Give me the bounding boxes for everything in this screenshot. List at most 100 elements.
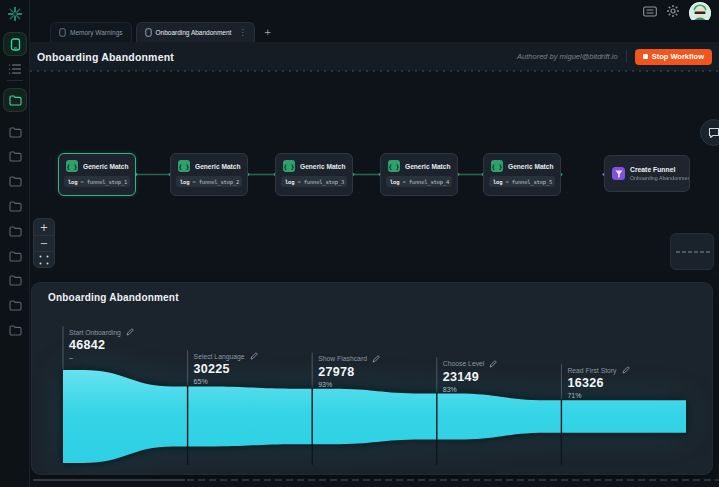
stop-icon: [643, 54, 648, 59]
node-rule: log = funnel_step_2: [176, 176, 242, 187]
sidebar-folder-item[interactable]: [4, 89, 26, 111]
funnel-step-label: Show Flashcard: [318, 355, 367, 362]
zoom-controls: + −: [33, 218, 55, 268]
bottom-panel-edge[interactable]: [30, 479, 719, 487]
funnel-step: Show Flashcard2797893%: [318, 355, 380, 388]
folder-icon: [9, 176, 22, 187]
funnel-step-conversion: 83%: [443, 386, 498, 393]
node-generic-match[interactable]: { } Generic Match log = funnel_step_1: [58, 153, 136, 196]
funnel-step-conversion: –: [69, 354, 134, 361]
folder-icon: [9, 275, 22, 286]
sidebar-folder-item[interactable]: [4, 195, 26, 217]
sidebar-divider: [7, 80, 23, 81]
node-generic-match[interactable]: { } Generic Match log = funnel_step_5: [483, 153, 561, 196]
minimap-nodes: [676, 251, 710, 253]
tab-label: Onboarding Abandonment: [156, 29, 232, 36]
minimap[interactable]: [670, 233, 714, 270]
match-braces-icon: { }: [388, 160, 400, 172]
edit-step-icon[interactable]: [126, 328, 134, 336]
folder-icon: [9, 95, 22, 106]
node-title: Generic Match: [83, 163, 128, 170]
stop-workflow-label: Stop Workflow: [652, 52, 704, 61]
sidebar-folder-item[interactable]: [4, 245, 26, 267]
folder-icon: [9, 251, 22, 262]
node-generic-match[interactable]: { }Generic Matchlog = funnel_step_2: [170, 153, 248, 196]
tab-icon: [59, 28, 66, 37]
sidebar-folder-item[interactable]: [4, 270, 26, 292]
sidebar-folder-item[interactable]: [4, 319, 26, 341]
sidebar-item-list[interactable]: [4, 58, 26, 80]
folder-icon: [9, 151, 22, 162]
app: Memory Warnings Onboarding Abandonment ⋮ + …: [0, 0, 719, 487]
sidebar-folder-item[interactable]: [4, 220, 26, 242]
match-braces-icon: { }: [491, 160, 503, 172]
funnel-step-value: 16326: [567, 376, 629, 390]
output-node-title: Create Funnel: [630, 166, 690, 173]
node-title: Generic Match: [300, 163, 345, 170]
keyboard-icon[interactable]: [643, 6, 657, 17]
funnel-step: Read First Story 16326 71%: [567, 366, 629, 399]
node-rule: log = funnel_step_4: [386, 176, 452, 187]
node-rule: log = funnel_step_1: [64, 176, 130, 187]
funnel-step: Start Onboarding 46842 –: [69, 328, 134, 361]
funnel-step-value: 30225: [194, 362, 258, 376]
folder-icon: [9, 127, 22, 138]
new-tab-button[interactable]: +: [264, 27, 270, 38]
list-menu-icon: [8, 63, 22, 75]
app-logo-starburst-icon[interactable]: [7, 6, 23, 22]
node-rule: log = funnel_step_3: [281, 176, 347, 187]
zoom-out-button[interactable]: −: [34, 235, 54, 251]
topbar: [30, 0, 719, 20]
sidebar-folder-item[interactable]: [4, 121, 26, 143]
node-title: Generic Match: [405, 163, 450, 170]
funnel-step: Choose Level2314983%: [443, 360, 498, 393]
sidebar-folder-item[interactable]: [4, 171, 26, 193]
zoom-fit-icon: [39, 255, 49, 265]
funnel-step-conversion: 65%: [194, 378, 258, 385]
output-node-subtitle: Onboarding Abandonment: [630, 175, 690, 180]
node-title: Generic Match: [508, 163, 553, 170]
edit-step-icon[interactable]: [622, 366, 630, 374]
stop-workflow-button[interactable]: Stop Workflow: [635, 49, 712, 65]
zoom-in-button[interactable]: +: [34, 219, 54, 235]
tab-onboarding-abandonment[interactable]: Onboarding Abandonment ⋮: [136, 22, 256, 42]
funnel-step-value: 27978: [318, 365, 380, 379]
edit-step-icon[interactable]: [372, 355, 380, 363]
sidebar-item-device[interactable]: [4, 33, 26, 55]
tab-memory-warnings[interactable]: Memory Warnings: [50, 22, 132, 42]
edit-step-icon[interactable]: [250, 352, 258, 360]
funnel-step-value: 23149: [443, 370, 498, 384]
tab-icon: [145, 28, 152, 37]
funnel-step-label: Select Language: [194, 353, 245, 360]
node-generic-match[interactable]: { } Generic Match log = funnel_step_3: [275, 153, 353, 196]
tab-bar: Memory Warnings Onboarding Abandonment ⋮ +: [30, 20, 719, 42]
page-title: Onboarding Abandonment: [37, 51, 174, 63]
header-divider: [626, 50, 627, 63]
phone-icon: [10, 38, 21, 51]
funnel-step-conversion: 71%: [567, 392, 629, 399]
node-rule: log = funnel_step_5: [489, 176, 555, 187]
zoom-fit-button[interactable]: [34, 251, 54, 267]
tab-label: Memory Warnings: [70, 29, 123, 36]
authored-by: Authored by miguel@bitdrift.io: [517, 52, 618, 61]
funnel-step-value: 46842: [69, 338, 134, 352]
folder-icon: [9, 300, 22, 311]
tab-menu-icon[interactable]: ⋮: [238, 28, 246, 37]
workflow-header: Onboarding Abandonment Authored by migue…: [30, 42, 719, 71]
match-braces-icon: { }: [66, 160, 78, 172]
chat-icon: [708, 127, 719, 139]
node-create-funnel[interactable]: Create Funnel Onboarding Abandonment: [604, 155, 690, 192]
edit-step-icon[interactable]: [489, 360, 497, 368]
sidebar-folder-item[interactable]: [4, 295, 26, 317]
funnel-step-label: Read First Story: [567, 367, 616, 374]
sidebar-folder-item[interactable]: [4, 146, 26, 168]
match-braces-icon: { }: [283, 160, 295, 172]
canvas-top-border: [30, 70, 719, 72]
settings-gear-icon[interactable]: [666, 4, 680, 18]
funnel-step: Select Language 30225 65%: [194, 352, 258, 385]
funnel-step-label: Start Onboarding: [69, 329, 121, 336]
bottom-dashed-border: [187, 479, 719, 481]
node-generic-match[interactable]: { } Generic Match log = funnel_step_4: [380, 153, 458, 196]
match-braces-icon: { }: [178, 160, 190, 172]
folder-icon: [9, 201, 22, 212]
